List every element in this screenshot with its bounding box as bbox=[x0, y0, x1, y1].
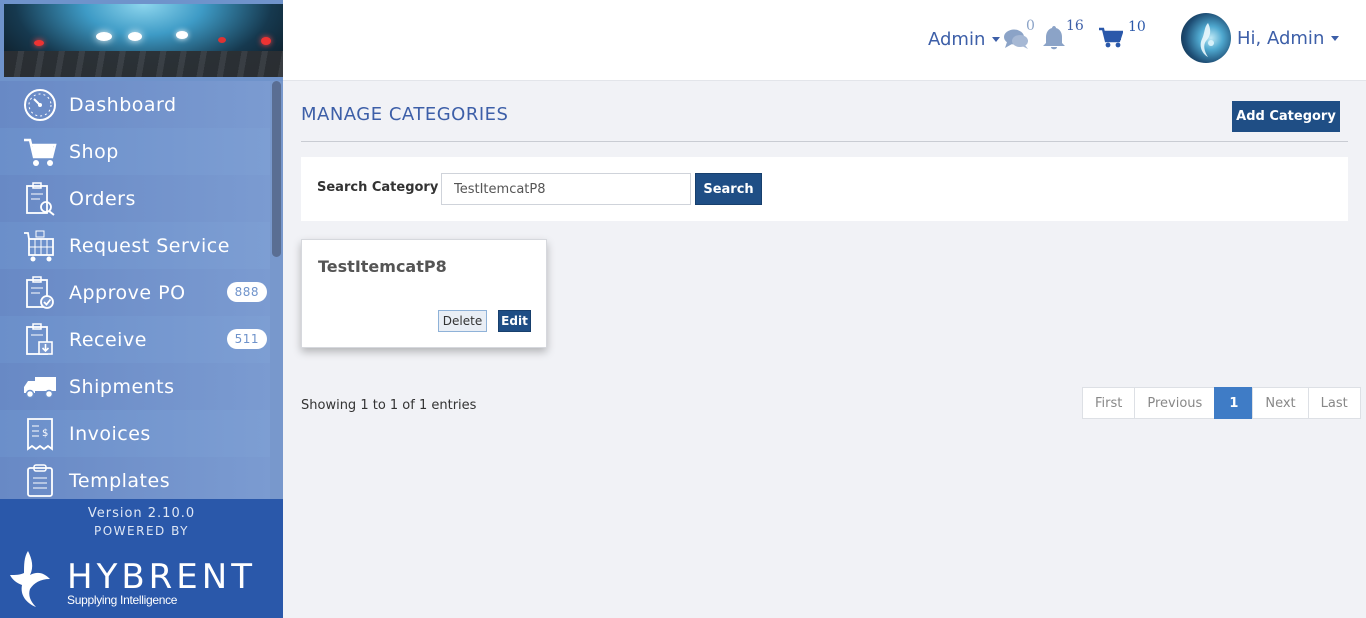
receive-count-badge: 511 bbox=[226, 329, 267, 349]
brand-name: HYBRENT bbox=[67, 557, 256, 597]
sidebar-item-templates[interactable]: Templates bbox=[0, 457, 270, 499]
cart-icon bbox=[1099, 27, 1123, 48]
bell-icon bbox=[1043, 26, 1065, 50]
sidebar-item-invoices[interactable]: $ Invoices bbox=[0, 410, 270, 457]
truck-icon bbox=[23, 370, 57, 404]
sidebar-item-label: Shipments bbox=[69, 375, 175, 398]
cart-count: 10 bbox=[1128, 19, 1146, 35]
entries-info: Showing 1 to 1 of 1 entries bbox=[301, 398, 477, 413]
orders-icon bbox=[23, 181, 57, 216]
svg-text:$: $ bbox=[42, 428, 48, 439]
invoice-icon: $ bbox=[23, 417, 57, 451]
sidebar-nav: Dashboard Shop Orders Request Service Ap… bbox=[0, 81, 270, 499]
hybrent-logo: HYBRENT Supplying Intelligence bbox=[10, 549, 280, 613]
sidebar-item-dashboard[interactable]: Dashboard bbox=[0, 81, 270, 128]
sidebar-item-label: Templates bbox=[69, 469, 171, 492]
page-number-button[interactable]: 1 bbox=[1214, 387, 1254, 419]
sidebar-item-orders[interactable]: Orders bbox=[0, 175, 270, 222]
category-card-title: TestItemcatP8 bbox=[318, 257, 447, 276]
cart-icon bbox=[23, 135, 57, 169]
request-service-icon bbox=[23, 229, 57, 263]
caret-down-icon bbox=[992, 37, 1001, 42]
sidebar-item-shipments[interactable]: Shipments bbox=[0, 363, 270, 410]
sidebar: Dashboard Shop Orders Request Service Ap… bbox=[0, 0, 283, 618]
page-first-button[interactable]: First bbox=[1082, 387, 1136, 419]
add-category-button[interactable]: Add Category bbox=[1232, 101, 1340, 132]
notifications-button[interactable] bbox=[1042, 25, 1068, 53]
pagination: First Previous 1 Next Last bbox=[1082, 387, 1361, 419]
search-input[interactable] bbox=[441, 173, 691, 205]
sidebar-item-label: Request Service bbox=[69, 234, 230, 257]
page-next-button[interactable]: Next bbox=[1252, 387, 1309, 419]
sidebar-item-label: Approve PO bbox=[69, 281, 186, 304]
sidebar-item-label: Receive bbox=[69, 328, 147, 351]
templates-icon bbox=[23, 463, 57, 498]
sidebar-item-receive[interactable]: Receive 511 bbox=[0, 316, 270, 363]
top-header: Admin 0 16 10 Hi, Admin bbox=[283, 0, 1366, 81]
sidebar-scrollbar[interactable] bbox=[270, 81, 283, 499]
sidebar-item-label: Shop bbox=[69, 140, 119, 163]
search-panel: Search Category By Search bbox=[301, 157, 1348, 221]
dashboard-icon bbox=[23, 88, 57, 122]
search-button[interactable]: Search bbox=[695, 173, 762, 205]
user-dropdown[interactable]: Hi, Admin bbox=[1181, 13, 1340, 63]
sidebar-item-label: Invoices bbox=[69, 422, 151, 445]
powered-by-text: POWERED BY bbox=[93, 524, 189, 538]
cart-button[interactable] bbox=[1099, 27, 1125, 51]
brand-tagline: Supplying Intelligence bbox=[67, 593, 178, 607]
admin-dropdown-label: Admin bbox=[928, 29, 986, 50]
notifications-count: 16 bbox=[1066, 18, 1084, 34]
avatar bbox=[1181, 13, 1231, 63]
page-last-button[interactable]: Last bbox=[1307, 387, 1361, 419]
delete-button[interactable]: Delete bbox=[438, 310, 487, 332]
sidebar-scroll-thumb[interactable] bbox=[272, 81, 281, 257]
search-label: Search Category By bbox=[317, 180, 462, 195]
sidebar-item-shop[interactable]: Shop bbox=[0, 128, 270, 175]
page-title: MANAGE CATEGORIES bbox=[301, 104, 509, 125]
messages-count: 0 bbox=[1026, 18, 1035, 34]
sidebar-item-label: Dashboard bbox=[69, 93, 177, 116]
sidebar-item-label: Orders bbox=[69, 187, 136, 210]
approve-po-icon bbox=[23, 275, 57, 310]
admin-dropdown[interactable]: Admin bbox=[928, 29, 1001, 50]
category-card: TestItemcatP8 Delete Edit bbox=[301, 239, 547, 348]
approve-po-count-badge: 888 bbox=[226, 282, 267, 302]
title-divider bbox=[301, 141, 1348, 142]
sidebar-item-approve-po[interactable]: Approve PO 888 bbox=[0, 269, 270, 316]
hybrent-bird-icon bbox=[10, 551, 50, 607]
sidebar-footer: Version 2.10.0 POWERED BY HYBRENT Supply… bbox=[0, 499, 283, 618]
receive-icon bbox=[23, 322, 57, 357]
sidebar-item-request-service[interactable]: Request Service bbox=[0, 222, 270, 269]
caret-down-icon bbox=[1331, 35, 1340, 41]
version-text: Version 2.10.0 bbox=[87, 506, 196, 521]
page-previous-button[interactable]: Previous bbox=[1134, 387, 1216, 419]
user-greeting: Hi, Admin bbox=[1237, 27, 1325, 49]
edit-button[interactable]: Edit bbox=[498, 310, 531, 332]
main-content: MANAGE CATEGORIES Add Category Search Ca… bbox=[283, 81, 1366, 618]
logo-banner bbox=[4, 4, 283, 77]
